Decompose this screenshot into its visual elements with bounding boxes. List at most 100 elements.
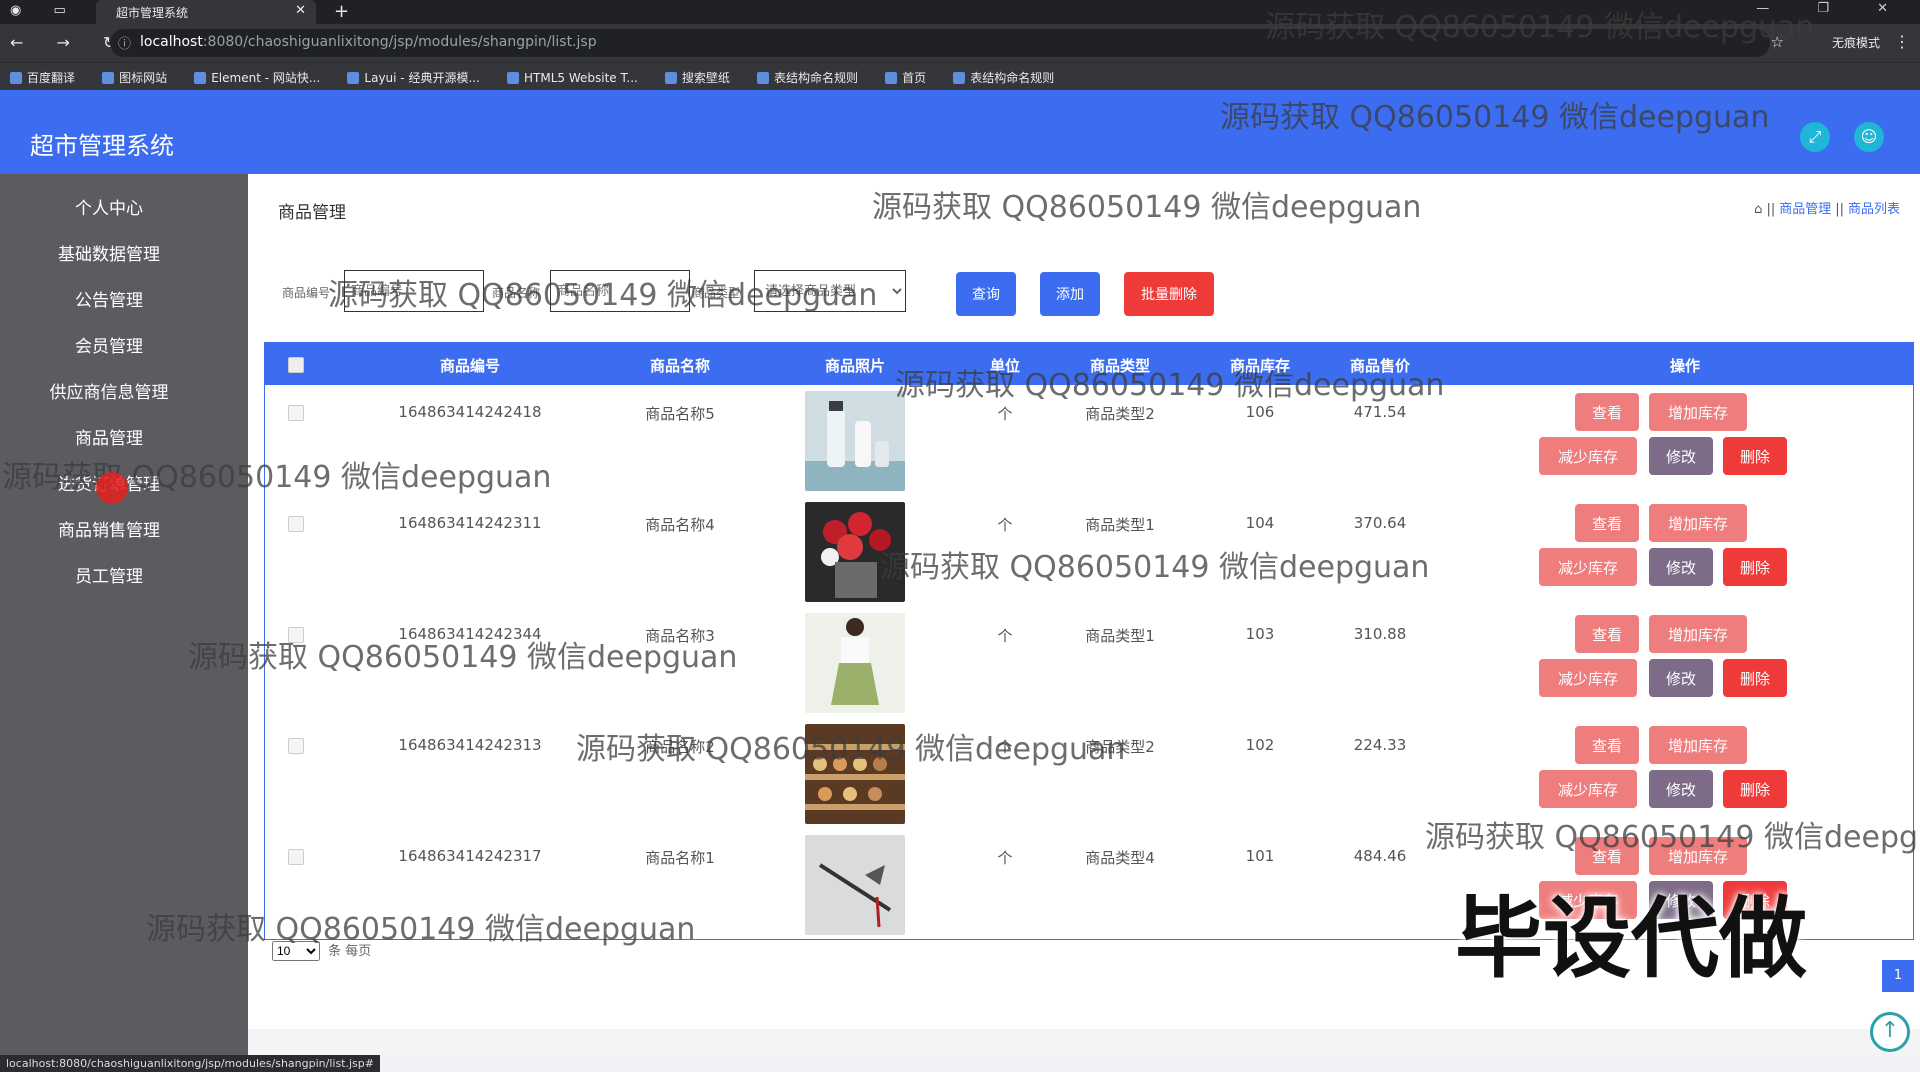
select-all-checkbox[interactable] xyxy=(288,357,304,373)
row-checkbox[interactable] xyxy=(288,849,304,865)
watermark-text: 源码获取 QQ86050149 微信deepguan xyxy=(146,912,696,947)
edit-button[interactable]: 修改 xyxy=(1649,770,1713,808)
bookmark-item[interactable]: Layui - 经典开源模... xyxy=(347,69,480,86)
bookmark-icon xyxy=(953,72,966,84)
add-stock-button[interactable]: 增加库存 xyxy=(1649,726,1747,764)
row-checkbox[interactable] xyxy=(288,738,304,754)
site-info-icon[interactable]: ⓘ xyxy=(118,33,131,52)
sidebar-item-staff[interactable]: 员工管理 xyxy=(0,554,248,600)
cell-type: 商品类型1 xyxy=(1085,627,1155,645)
edit-button[interactable]: 修改 xyxy=(1649,548,1713,586)
reduce-stock-button[interactable]: 减少库存 xyxy=(1539,770,1637,808)
cell-price: 484.46 xyxy=(1353,847,1407,865)
breadcrumb-item[interactable]: 商品管理 xyxy=(1779,202,1831,217)
cell-stock: 101 xyxy=(1245,847,1275,865)
url-host: localhost xyxy=(140,34,203,50)
header-code: 商品编号 xyxy=(439,357,500,375)
view-button[interactable]: 查看 xyxy=(1575,393,1639,431)
cell-price: 471.54 xyxy=(1353,403,1407,421)
add-stock-button[interactable]: 增加库存 xyxy=(1649,504,1747,542)
delete-button[interactable]: 删除 xyxy=(1723,437,1787,475)
close-tab-icon[interactable]: ✕ xyxy=(295,3,306,18)
edit-button[interactable]: 修改 xyxy=(1649,437,1713,475)
bookmark-icon xyxy=(347,72,360,84)
bookmark-icon xyxy=(506,72,519,84)
cell-stock: 103 xyxy=(1245,625,1275,643)
reduce-stock-button[interactable]: 减少库存 xyxy=(1539,659,1637,697)
browser-system-icons: ◉ ▭ xyxy=(10,3,80,18)
sidebar-item-announcements[interactable]: 公告管理 xyxy=(0,278,248,324)
cell-price: 224.33 xyxy=(1353,736,1407,754)
new-tab-icon[interactable]: + xyxy=(334,1,349,22)
delete-button[interactable]: 删除 xyxy=(1723,659,1787,697)
incognito-label[interactable]: 无痕模式 xyxy=(1832,34,1880,51)
view-button[interactable]: 查看 xyxy=(1575,504,1639,542)
cell-type: 商品类型1 xyxy=(1085,516,1155,534)
watermark-text: 源码获取 QQ86050149 微信deepguan xyxy=(872,190,1422,225)
bookmark-item[interactable]: 表结构命名规则 xyxy=(757,69,858,86)
cell-type: 商品类型4 xyxy=(1085,849,1155,867)
add-stock-button[interactable]: 增加库存 xyxy=(1649,393,1747,431)
user-avatar-icon[interactable]: ☺ xyxy=(1854,122,1884,152)
breadcrumb: ⌂ || 商品管理 || 商品列表 xyxy=(1754,202,1900,217)
view-button[interactable]: 查看 xyxy=(1575,726,1639,764)
bookmark-icon xyxy=(664,72,677,84)
reduce-stock-button[interactable]: 减少库存 xyxy=(1539,548,1637,586)
cell-price: 310.88 xyxy=(1353,625,1407,643)
url-path: :8080/chaoshiguanlixitong/jsp/modules/sh… xyxy=(202,34,597,50)
bookmark-icon xyxy=(757,72,770,84)
bookmark-icon xyxy=(10,72,22,84)
delete-button[interactable]: 删除 xyxy=(1723,770,1787,808)
browser-tab[interactable]: 超市管理系统 ✕ xyxy=(96,0,316,24)
watermark-text: 源码获取 QQ86050149 微信deepguan xyxy=(1265,10,1815,45)
bookmark-item[interactable]: 首页 xyxy=(885,69,926,86)
add-button[interactable]: 添加 xyxy=(1040,272,1100,316)
sidebar-item-sales[interactable]: 商品销售管理 xyxy=(0,508,248,554)
delete-button[interactable]: 删除 xyxy=(1723,548,1787,586)
bookmark-item[interactable]: 百度翻译 xyxy=(10,69,75,86)
watermark-text: 源码获取 QQ86050149 微信deepguan xyxy=(895,368,1445,403)
bookmark-icon xyxy=(102,72,115,84)
page-number-button[interactable]: 1 xyxy=(1882,960,1914,992)
header-name: 商品名称 xyxy=(649,357,710,375)
row-checkbox[interactable] xyxy=(288,405,304,421)
cell-unit: 个 xyxy=(997,516,1013,534)
bookmark-item[interactable]: 搜索壁纸 xyxy=(664,69,730,86)
watermark-text: 源码获取 QQ86050149 微信deepguan xyxy=(576,732,1126,767)
mouse-cursor xyxy=(96,472,128,504)
home-icon[interactable]: ⌂ xyxy=(1754,202,1762,217)
sidebar-item-personal-center[interactable]: 个人中心 xyxy=(0,186,248,232)
cell-type: 商品类型2 xyxy=(1085,405,1155,423)
fullscreen-icon[interactable]: ⤢ xyxy=(1800,122,1830,152)
sidebar-item-basic-data[interactable]: 基础数据管理 xyxy=(0,232,248,278)
query-button[interactable]: 查询 xyxy=(956,272,1016,316)
batch-delete-button[interactable]: 批量删除 xyxy=(1124,272,1214,316)
back-to-top-icon[interactable]: ↑ xyxy=(1870,1012,1910,1052)
cell-name: 商品名称4 xyxy=(645,516,715,534)
browser-menu-icon[interactable]: ⋮ xyxy=(1894,32,1910,51)
row-checkbox[interactable] xyxy=(288,516,304,532)
add-stock-button[interactable]: 增加库存 xyxy=(1649,615,1747,653)
edit-button[interactable]: 修改 xyxy=(1649,659,1713,697)
sidebar-item-suppliers[interactable]: 供应商信息管理 xyxy=(0,370,248,416)
search-label-code: 商品编号 xyxy=(282,286,331,300)
reduce-stock-button[interactable]: 减少库存 xyxy=(1539,437,1637,475)
product-photo[interactable] xyxy=(805,835,905,935)
sidebar-item-members[interactable]: 会员管理 xyxy=(0,324,248,370)
view-button[interactable]: 查看 xyxy=(1575,615,1639,653)
bookmarks-bar: 百度翻译 图标网站 Element - 网站快... Layui - 经典开源模… xyxy=(0,62,1920,90)
product-photo[interactable] xyxy=(805,391,905,491)
product-photo[interactable] xyxy=(805,613,905,713)
bookmark-item[interactable]: Element - 网站快... xyxy=(194,69,320,86)
browser-tab-title: 超市管理系统 xyxy=(116,6,189,20)
bookmark-item[interactable]: 图标网站 xyxy=(102,69,167,86)
browser-status-bar: localhost:8080/chaoshiguanlixitong/jsp/m… xyxy=(0,1055,380,1072)
cell-stock: 104 xyxy=(1245,514,1275,532)
breadcrumb-item[interactable]: 商品列表 xyxy=(1848,202,1900,217)
cell-code: 164863414242311 xyxy=(398,514,542,532)
watermark-big-text: 毕设代做 xyxy=(1455,887,1808,990)
bookmark-icon xyxy=(194,72,207,84)
cell-unit: 个 xyxy=(997,627,1013,645)
bookmark-item[interactable]: 表结构命名规则 xyxy=(953,69,1054,86)
bookmark-item[interactable]: HTML5 Website T... xyxy=(506,71,638,85)
